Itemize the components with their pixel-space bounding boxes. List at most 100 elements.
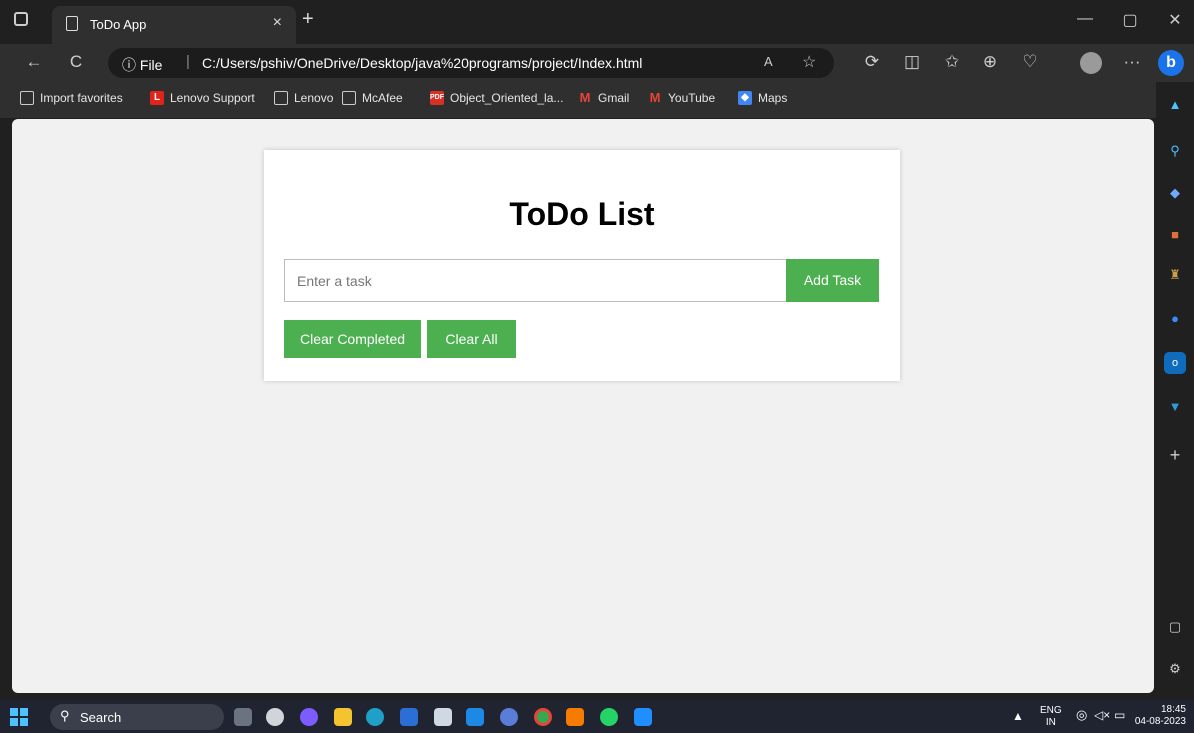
taskbar: ⚲ Search ▲ ENG IN ◎ ◁× ▭ 18:45 04-08-2023	[0, 700, 1194, 733]
extensions-icon[interactable]: ⟳	[860, 52, 884, 72]
gmail-icon: M	[579, 90, 591, 105]
store-icon[interactable]	[400, 708, 418, 726]
r-app-icon[interactable]	[500, 708, 518, 726]
send-icon[interactable]: ▼	[1164, 396, 1186, 418]
maps-icon: ◆	[738, 91, 752, 105]
tab-close-icon[interactable]: ×	[273, 14, 282, 32]
browser-essentials-icon[interactable]: ♡	[1018, 52, 1042, 72]
battery-icon[interactable]: ▭	[1114, 709, 1125, 721]
address-bar[interactable]: ⓘ File | C:/Users/pshiv/OneDrive/Desktop…	[108, 48, 834, 78]
favorite-object-oriented[interactable]: PDF Object_Oriented_la...	[430, 91, 563, 105]
edge-browser-icon[interactable]	[366, 708, 384, 726]
date-text: 04-08-2023	[1134, 716, 1186, 727]
favorite-lenovo-support[interactable]: L Lenovo Support	[150, 91, 255, 105]
page-title: ToDo List	[509, 196, 655, 232]
favorites-icon[interactable]: ✩	[940, 52, 964, 72]
favorite-label: Gmail	[598, 91, 630, 105]
sidebar-toggle-icon[interactable]: ▢	[1164, 616, 1186, 638]
vlc-icon[interactable]	[566, 708, 584, 726]
maximize-button[interactable]: ▢	[1115, 10, 1145, 30]
add-icon[interactable]: +	[1164, 444, 1186, 466]
favorite-label: Import favorites	[40, 91, 123, 105]
tab-actions-icon[interactable]	[14, 12, 28, 26]
games-icon[interactable]: ♜	[1164, 264, 1186, 286]
tools-icon[interactable]: ■	[1164, 224, 1186, 246]
new-tab-button[interactable]: +	[302, 8, 314, 31]
tab-todo-app[interactable]: ToDo App ×	[52, 6, 296, 44]
page-viewport: ToDo List Add Task Clear Completed Clear…	[12, 119, 1154, 693]
language-indicator[interactable]: ENG IN	[1040, 705, 1062, 729]
lang-bottom: IN	[1045, 717, 1056, 728]
favorite-label: Object_Oriented_la...	[450, 91, 564, 105]
shopping-tag-icon[interactable]: ◆	[1164, 182, 1186, 204]
bing-copilot-icon[interactable]: b	[1158, 50, 1184, 76]
favorite-youtube[interactable]: M YouTube	[648, 90, 716, 106]
close-button[interactable]: ✕	[1160, 10, 1190, 30]
url-text[interactable]: C:/Users/pshiv/OneDrive/Desktop/java%20p…	[202, 55, 642, 71]
lenovo-icon: L	[150, 91, 164, 105]
split-screen-icon[interactable]: ◫	[900, 52, 924, 72]
favorite-import[interactable]: Import favorites	[20, 91, 123, 105]
page-icon	[66, 16, 78, 31]
task-input[interactable]	[284, 259, 786, 302]
taskbar-search[interactable]: ⚲ Search	[50, 704, 224, 730]
chrome-icon[interactable]	[534, 708, 552, 726]
favorite-label: Lenovo	[294, 91, 334, 105]
settings-gear-icon[interactable]: ⚙	[1164, 658, 1186, 680]
edge-sidebar: ▲ ⚲ ◆ ■ ♜ ● o ▼ + ▢ ⚙	[1156, 82, 1194, 694]
back-button[interactable]: ←	[22, 52, 46, 72]
file-explorer-icon[interactable]	[334, 708, 352, 726]
volume-icon[interactable]: ◁×	[1094, 709, 1110, 721]
tab-title: ToDo App	[90, 17, 147, 32]
favorite-gmail[interactable]: M Gmail	[578, 90, 630, 106]
page-icon	[342, 91, 356, 105]
task-view-icon[interactable]	[234, 708, 252, 726]
windows-logo-tile	[20, 708, 28, 716]
app-icon[interactable]	[634, 708, 652, 726]
widgets-icon[interactable]	[266, 708, 284, 726]
favorite-maps[interactable]: ◆ Maps	[738, 91, 787, 105]
todo-card: ToDo List Add Task Clear Completed Clear…	[264, 150, 900, 381]
favorite-lenovo[interactable]: Lenovo	[274, 91, 333, 105]
profile-avatar[interactable]	[1080, 52, 1102, 74]
clear-completed-button[interactable]: Clear Completed	[284, 320, 421, 358]
favorite-star-icon[interactable]: ☆	[802, 52, 816, 72]
whatsapp-icon[interactable]	[600, 708, 618, 726]
teams-chat-icon[interactable]	[300, 708, 318, 726]
import-icon	[20, 91, 34, 105]
network-icon[interactable]: ▲	[1012, 710, 1024, 722]
search-icon[interactable]: ⚲	[1164, 140, 1186, 162]
search-label: Search	[80, 710, 122, 725]
gmail-icon: M	[649, 90, 661, 105]
pdf-icon: PDF	[430, 91, 444, 105]
clear-all-button[interactable]: Clear All	[427, 320, 516, 358]
title-bar: ToDo App × + — ▢ ✕	[0, 0, 1194, 44]
clock[interactable]: 18:45 04-08-2023	[1132, 704, 1192, 728]
add-task-button[interactable]: Add Task	[786, 259, 879, 302]
wifi-icon[interactable]: ◎	[1076, 708, 1087, 721]
time-text: 18:45	[1160, 704, 1186, 715]
navigation-bar: ← C ⓘ File | C:/Users/pshiv/OneDrive/Des…	[0, 44, 1194, 82]
windows-logo-tile	[10, 718, 18, 726]
notification-bell-icon[interactable]: ▲	[1164, 94, 1186, 116]
start-button[interactable]	[10, 708, 28, 726]
favorite-label: Maps	[758, 91, 788, 105]
document-app-icon[interactable]	[434, 708, 452, 726]
windows-logo-tile	[20, 718, 28, 726]
read-aloud-icon[interactable]: A	[764, 54, 773, 69]
windows-logo-tile	[10, 708, 18, 716]
site-info-button[interactable]: ⓘ File	[122, 55, 162, 75]
collections-icon[interactable]: ⊕	[978, 52, 1002, 72]
minimize-button[interactable]: —	[1070, 10, 1100, 28]
more-options-icon[interactable]: ···	[1120, 52, 1144, 72]
bing-icon[interactable]: ●	[1164, 308, 1186, 330]
favorite-mcafee[interactable]: McAfee	[342, 91, 403, 105]
refresh-button[interactable]: C	[64, 52, 88, 72]
favorites-bar: Import favorites L Lenovo Support Lenovo …	[0, 82, 1194, 118]
favorite-label: YouTube	[668, 91, 716, 105]
favorite-label: Lenovo Support	[170, 91, 255, 105]
search-icon: ⚲	[60, 708, 70, 723]
favorite-label: McAfee	[362, 91, 403, 105]
vscode-icon[interactable]	[466, 708, 484, 726]
outlook-icon[interactable]: o	[1164, 352, 1186, 374]
